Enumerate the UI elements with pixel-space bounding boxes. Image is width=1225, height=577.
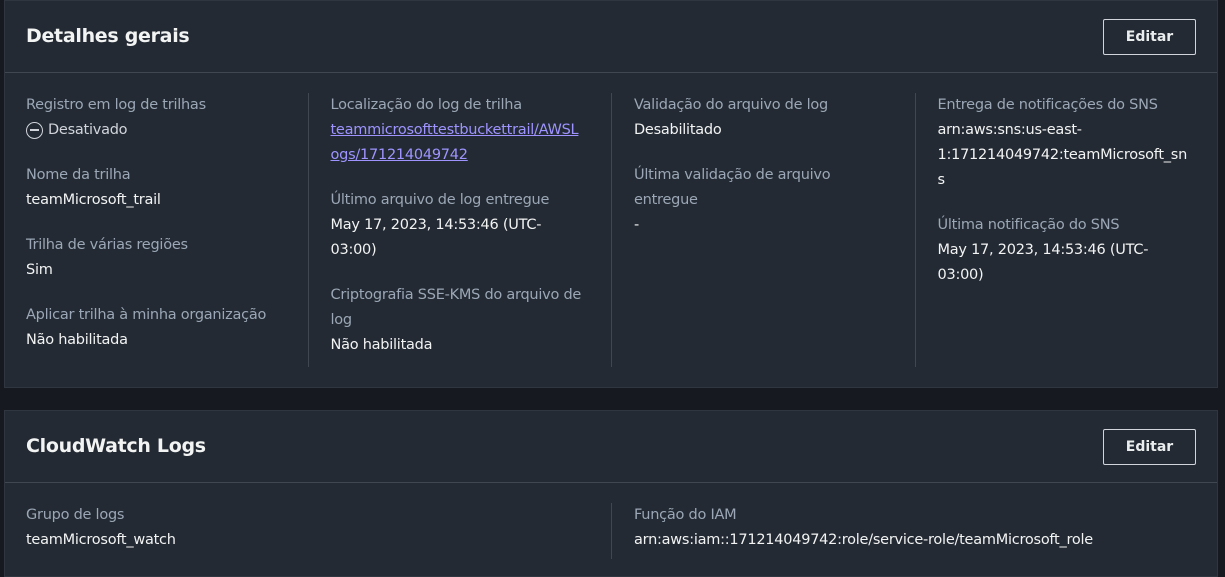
general-details-header: Detalhes gerais Editar <box>5 1 1217 73</box>
cloudwatch-column-1: Grupo de logs teamMicrosoft_watch <box>5 503 611 573</box>
validation-label: Validação do arquivo de log <box>634 97 829 113</box>
validation-value: Desabilitado <box>634 122 722 138</box>
last-sns-label: Última notificação do SNS <box>937 217 1120 233</box>
multi-region-value: Sim <box>26 262 53 278</box>
last-log-value-line1: May 17, 2023, 14:53:46 (UTC- <box>330 217 542 233</box>
cloudwatch-logs-header: CloudWatch Logs Editar <box>5 411 1217 483</box>
iam-role-field: Função do IAM arn:aws:iam::171214049742:… <box>634 503 1197 553</box>
sns-value-line3: s <box>937 172 946 188</box>
general-column-4: Entrega de notificações do SNS arn:aws:s… <box>914 93 1218 367</box>
last-sns-field: Última notificação do SNS May 17, 2023, … <box>938 213 1198 288</box>
last-validation-label: Última validação de arquivo entregue <box>634 163 895 213</box>
general-column-3: Validação do arquivo de log Desabilitado… <box>611 93 915 367</box>
iam-role-label: Função do IAM <box>634 507 737 523</box>
sse-kms-field: Criptografia SSE-KMS do arquivo de log N… <box>331 283 592 358</box>
last-sns-value-line1: May 17, 2023, 14:53:46 (UTC- <box>937 242 1149 258</box>
last-validation-label-line2: entregue <box>634 192 698 208</box>
log-location-label: Localização do log de trilha <box>330 97 523 113</box>
sse-kms-label-line1: Criptografia SSE-KMS do arquivo de <box>330 287 582 303</box>
log-group-label: Grupo de logs <box>26 507 125 523</box>
minus-circle-icon <box>26 122 43 139</box>
log-location-link-line1: teammicrosofttestbuckettrail/AWSL <box>330 122 579 138</box>
edit-general-details-button[interactable]: Editar <box>1103 19 1196 55</box>
sns-field: Entrega de notificações do SNS arn:aws:s… <box>938 93 1198 193</box>
logging-status-text: Desativado <box>48 122 128 138</box>
cloudwatch-column-2: Função do IAM arn:aws:iam::171214049742:… <box>611 503 1217 559</box>
log-location-link[interactable]: teammicrosofttestbuckettrail/AWSL ogs/17… <box>331 122 579 163</box>
validation-field: Validação do arquivo de log Desabilitado <box>634 93 895 143</box>
logging-field: Registro em log de trilhas Desativado <box>26 93 288 143</box>
logging-status: Desativado <box>26 118 288 143</box>
sns-value-line2: 1:171214049742:teamMicrosoft_sn <box>937 147 1188 163</box>
last-log-label: Último arquivo de log entregue <box>330 192 550 208</box>
sse-kms-label: Criptografia SSE-KMS do arquivo de log <box>331 283 592 333</box>
sse-kms-value: Não habilitada <box>330 337 433 353</box>
log-location-link-wrap: teammicrosofttestbuckettrail/AWSL ogs/17… <box>331 118 592 168</box>
last-sns-value-line2: 03:00) <box>937 267 984 283</box>
general-details-title: Detalhes gerais <box>26 25 190 47</box>
sns-value-line1: arn:aws:sns:us-east- <box>937 122 1083 138</box>
trail-name-field: Nome da trilha teamMicrosoft_trail <box>26 163 288 213</box>
log-group-value: teamMicrosoft_watch <box>26 532 176 548</box>
iam-role-value: arn:aws:iam::171214049742:role/service-r… <box>634 532 1093 548</box>
log-location-link-line2: ogs/171214049742 <box>330 147 468 163</box>
logging-label: Registro em log de trilhas <box>26 97 206 113</box>
sse-kms-label-line2: log <box>330 312 353 328</box>
sns-value: arn:aws:sns:us-east- 1:171214049742:team… <box>938 118 1198 193</box>
last-log-field: Último arquivo de log entregue May 17, 2… <box>331 188 592 263</box>
cloudwatch-columns: Grupo de logs teamMicrosoft_watch Função… <box>5 503 1217 573</box>
general-details-panel: Detalhes gerais Editar Registro em log d… <box>4 0 1218 388</box>
last-validation-value: - <box>634 217 639 233</box>
last-sns-value: May 17, 2023, 14:53:46 (UTC- 03:00) <box>938 238 1198 288</box>
general-column-2: Localização do log de trilha teammicroso… <box>307 93 612 367</box>
last-validation-label-line1: Última validação de arquivo <box>634 167 831 183</box>
log-group-field: Grupo de logs teamMicrosoft_watch <box>26 503 591 553</box>
multi-region-label: Trilha de várias regiões <box>26 237 188 253</box>
last-log-value: May 17, 2023, 14:53:46 (UTC- 03:00) <box>331 213 592 263</box>
edit-cloudwatch-button[interactable]: Editar <box>1103 429 1196 465</box>
last-validation-field: Última validação de arquivo entregue - <box>634 163 895 238</box>
trail-name-value: teamMicrosoft_trail <box>26 192 161 208</box>
log-location-field: Localização do log de trilha teammicroso… <box>331 93 592 168</box>
sns-label: Entrega de notificações do SNS <box>937 97 1158 113</box>
general-details-columns: Registro em log de trilhas Desativado No… <box>5 93 1217 373</box>
cloudwatch-logs-panel: CloudWatch Logs Editar Grupo de logs tea… <box>4 410 1218 577</box>
organization-label: Aplicar trilha à minha organização <box>26 307 267 323</box>
trail-name-label: Nome da trilha <box>26 167 131 183</box>
last-log-value-line2: 03:00) <box>330 242 377 258</box>
organization-field: Aplicar trilha à minha organização Não h… <box>26 303 288 353</box>
multi-region-field: Trilha de várias regiões Sim <box>26 233 288 283</box>
general-column-1: Registro em log de trilhas Desativado No… <box>5 93 308 373</box>
organization-value: Não habilitada <box>26 332 128 348</box>
cloudwatch-logs-title: CloudWatch Logs <box>26 435 206 457</box>
